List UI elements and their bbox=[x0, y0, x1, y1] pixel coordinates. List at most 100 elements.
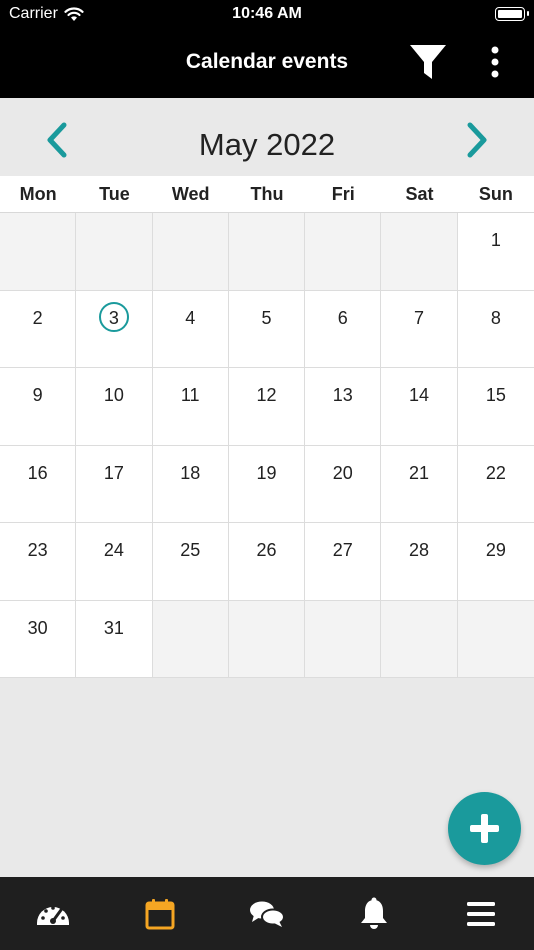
day-number: 24 bbox=[103, 540, 124, 560]
status-bar: Carrier 10:46 AM bbox=[0, 0, 534, 30]
calendar-empty-cell bbox=[381, 213, 458, 291]
calendar-empty-cell bbox=[228, 600, 306, 678]
day-number: 29 bbox=[485, 540, 506, 560]
calendar-day-cell[interactable]: 20 bbox=[305, 445, 382, 523]
calendar-day-cell[interactable]: 24 bbox=[76, 523, 153, 601]
calendar-day-cell[interactable]: 13 bbox=[305, 368, 382, 446]
calendar-day-cell[interactable]: 25 bbox=[152, 523, 229, 601]
day-number: 10 bbox=[103, 385, 124, 405]
calendar-day-cell[interactable]: 1 bbox=[457, 213, 534, 291]
day-number: 20 bbox=[332, 462, 353, 483]
status-time: 10:46 AM bbox=[232, 5, 302, 22]
tab-messages[interactable] bbox=[214, 877, 321, 950]
battery-fill bbox=[498, 10, 522, 18]
calendar-empty-cell bbox=[152, 213, 229, 291]
day-number: 7 bbox=[414, 307, 425, 328]
calendar-empty-cell bbox=[305, 600, 382, 678]
day-number: 22 bbox=[485, 462, 506, 483]
calendar-day-cell[interactable]: 15 bbox=[457, 368, 534, 446]
day-number: 27 bbox=[332, 540, 353, 560]
more-options-button[interactable] bbox=[480, 42, 510, 82]
day-number: 1 bbox=[490, 230, 501, 250]
day-number: 12 bbox=[256, 385, 277, 405]
next-month-button[interactable] bbox=[460, 120, 492, 160]
calendar-day-cell[interactable]: 22 bbox=[457, 445, 534, 523]
calendar-empty-cell bbox=[0, 213, 77, 291]
weekday-label: Wed bbox=[171, 184, 210, 204]
day-number: 8 bbox=[490, 307, 501, 328]
day-number: 17 bbox=[103, 462, 124, 483]
day-number: 28 bbox=[409, 540, 430, 560]
calendar-day-cell[interactable]: 30 bbox=[0, 600, 77, 678]
day-number: 4 bbox=[185, 307, 196, 328]
bottom-tab-bar bbox=[0, 877, 534, 950]
day-number: 14 bbox=[409, 385, 430, 405]
chevron-right-icon bbox=[467, 122, 487, 158]
calendar-empty-cell bbox=[457, 600, 534, 678]
day-number: 11 bbox=[180, 385, 200, 405]
day-number: 23 bbox=[27, 540, 48, 560]
bell-icon bbox=[360, 897, 387, 929]
day-number: 15 bbox=[485, 385, 506, 405]
calendar-day-cell[interactable]: 3 bbox=[76, 290, 153, 368]
day-number: 18 bbox=[180, 462, 201, 483]
calendar-day-cell[interactable]: 11 bbox=[152, 368, 229, 446]
calendar-day-cell[interactable]: 16 bbox=[0, 445, 77, 523]
day-number: 6 bbox=[337, 307, 348, 328]
day-number: 30 bbox=[27, 617, 48, 638]
calendar-day-cell[interactable]: 7 bbox=[381, 290, 458, 368]
dashboard-gauge-icon bbox=[37, 905, 70, 925]
chat-bubbles-icon bbox=[249, 901, 285, 927]
weekday-header: Mon Tue Wed Thu Fri Sat Sun bbox=[0, 176, 534, 213]
calendar-day-cell[interactable]: 2 bbox=[0, 290, 77, 368]
calendar-day-cell[interactable]: 29 bbox=[457, 523, 534, 601]
more-vertical-icon bbox=[491, 46, 499, 78]
tab-menu[interactable] bbox=[427, 877, 534, 950]
calendar-day-cell[interactable]: 8 bbox=[457, 290, 534, 368]
battery-icon bbox=[495, 7, 529, 21]
filter-icon bbox=[410, 45, 446, 79]
weekday-label: Thu bbox=[250, 184, 284, 204]
calendar-day-cell[interactable]: 27 bbox=[305, 523, 382, 601]
calendar-day-cell[interactable]: 10 bbox=[76, 368, 153, 446]
day-number: 13 bbox=[332, 385, 353, 405]
day-number: 19 bbox=[256, 462, 277, 483]
calendar-day-cell[interactable]: 6 bbox=[305, 290, 382, 368]
calendar-day-cell[interactable]: 14 bbox=[381, 368, 458, 446]
calendar-day-cell[interactable]: 18 bbox=[152, 445, 229, 523]
tab-notifications[interactable] bbox=[320, 877, 427, 950]
calendar-icon bbox=[145, 898, 175, 929]
filter-button[interactable] bbox=[408, 42, 448, 82]
day-number: 16 bbox=[27, 462, 48, 483]
calendar-day-cell[interactable]: 19 bbox=[228, 445, 306, 523]
calendar-empty-cell bbox=[305, 213, 382, 291]
add-event-button[interactable] bbox=[448, 792, 521, 865]
tab-dashboard[interactable] bbox=[0, 877, 107, 950]
calendar-day-cell[interactable]: 5 bbox=[228, 290, 306, 368]
weekday-label: Sat bbox=[405, 184, 434, 204]
calendar-day-cell[interactable]: 9 bbox=[0, 368, 77, 446]
page-title: Calendar events bbox=[185, 50, 349, 73]
calendar-empty-cell bbox=[152, 600, 229, 678]
day-number: 3 bbox=[108, 307, 119, 328]
calendar-day-cell[interactable]: 28 bbox=[381, 523, 458, 601]
day-number: 5 bbox=[261, 307, 272, 328]
calendar-day-cell[interactable]: 26 bbox=[228, 523, 306, 601]
month-navigation: May 2022 bbox=[0, 98, 534, 176]
tab-calendar[interactable] bbox=[107, 877, 214, 950]
month-title: May 2022 bbox=[198, 127, 336, 162]
day-number: 2 bbox=[32, 307, 43, 328]
calendar-day-cell[interactable]: 21 bbox=[381, 445, 458, 523]
calendar-grid: 1 2 3 4 5 6 7 8 9 10 11 12 13 14 15 16 17 18 19 20 21 22 23 24 2… bbox=[0, 213, 534, 678]
calendar-day-cell[interactable]: 4 bbox=[152, 290, 229, 368]
weekday-label: Tue bbox=[99, 184, 130, 204]
calendar-day-cell[interactable]: 31 bbox=[76, 600, 153, 678]
calendar-day-cell[interactable]: 23 bbox=[0, 523, 77, 601]
calendar-empty-cell bbox=[381, 600, 458, 678]
menu-icon bbox=[466, 901, 495, 926]
calendar-empty-cell bbox=[76, 213, 153, 291]
weekday-label: Mon bbox=[19, 184, 57, 204]
calendar-day-cell[interactable]: 17 bbox=[76, 445, 153, 523]
weekday-label: Fri bbox=[331, 184, 355, 204]
calendar-day-cell[interactable]: 12 bbox=[228, 368, 306, 446]
